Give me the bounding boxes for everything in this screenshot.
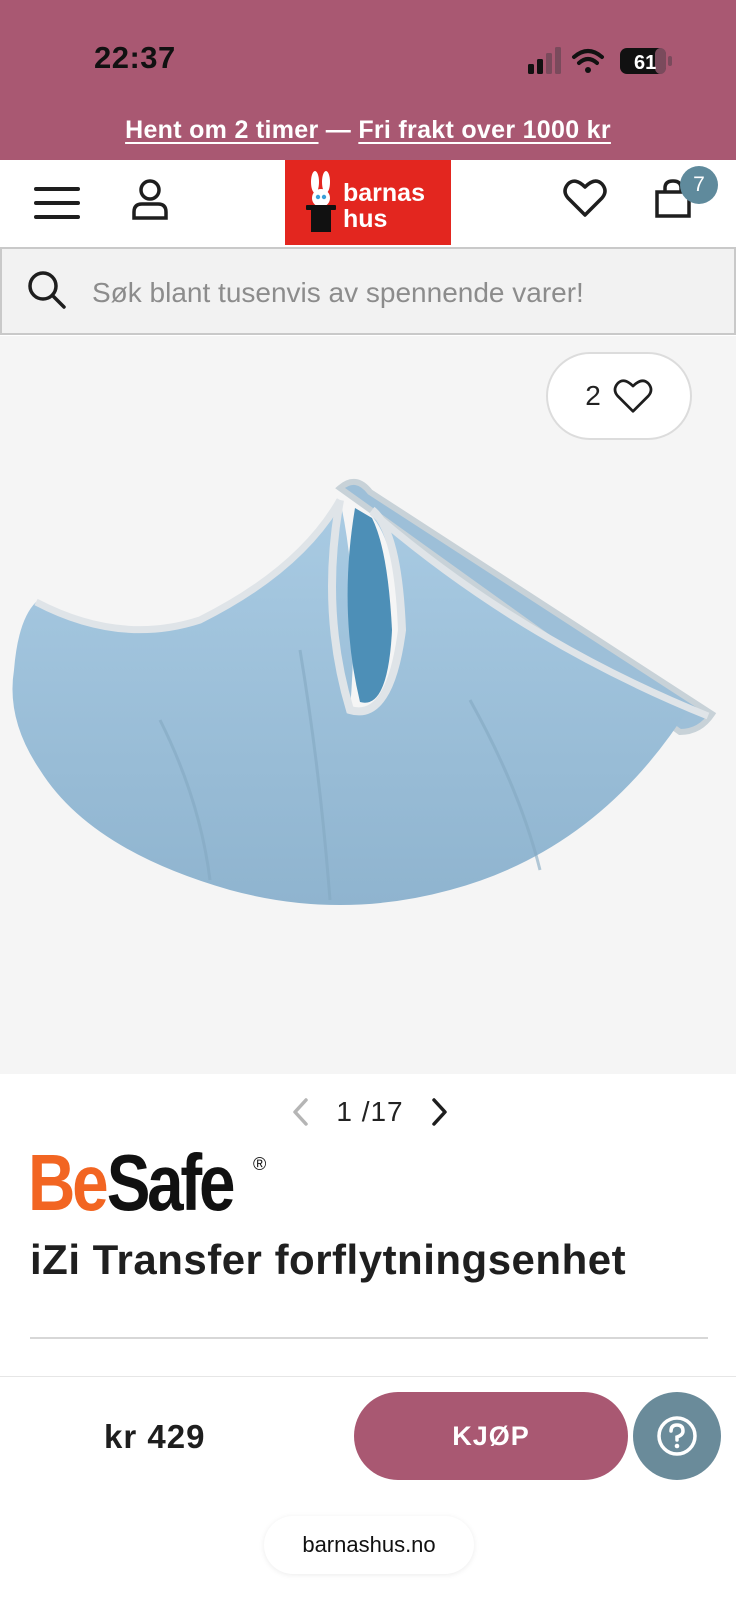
logo-line-1: barnas: [343, 179, 425, 207]
promo-banner: Hent om 2 timer — Fri frakt over 1000 kr: [0, 116, 736, 145]
buy-button[interactable]: KJØP: [354, 1392, 628, 1480]
product-price: kr 429: [104, 1418, 206, 1455]
like-button[interactable]: 2: [546, 352, 692, 440]
product-image: [12, 479, 717, 905]
help-button[interactable]: [633, 1392, 721, 1480]
status-icons: 61: [526, 44, 676, 78]
chevron-left-icon[interactable]: [290, 1097, 312, 1127]
logo-text: barnas hus: [343, 180, 425, 232]
wishlist-heart-icon[interactable]: [562, 176, 608, 220]
help-icon: [657, 1416, 697, 1456]
battery-icon: 61: [620, 48, 672, 74]
promo-pickup-link[interactable]: Hent om 2 timer: [125, 116, 318, 144]
account-icon[interactable]: [128, 176, 172, 224]
barnashus-logo[interactable]: barnas hus: [285, 160, 451, 245]
brand-safe: Safe: [107, 1140, 234, 1218]
like-count: 2: [585, 380, 601, 411]
image-pager: 1 /17: [290, 1092, 450, 1132]
divider: [30, 1337, 708, 1339]
search-icon: [26, 269, 68, 316]
pager-text: 1 /17: [336, 1096, 403, 1128]
search-input[interactable]: Søk blant tusenvis av spennende varer!: [92, 277, 584, 309]
brand-registered-mark: ®: [253, 1154, 266, 1174]
promo-shipping-link[interactable]: Fri frakt over 1000 kr: [358, 116, 611, 144]
search-bar[interactable]: Søk blant tusenvis av spennende varer!: [0, 247, 736, 335]
promo-separator: —: [318, 116, 359, 144]
pager-total: 17: [370, 1096, 404, 1127]
chevron-right-icon[interactable]: [428, 1097, 450, 1127]
rabbit-hat-logo-icon: [306, 171, 336, 232]
signal-icon: [528, 47, 561, 74]
menu-icon[interactable]: [30, 180, 84, 226]
wifi-icon: [572, 49, 604, 73]
browser-url[interactable]: barnashus.no: [264, 1516, 474, 1574]
brand-logo[interactable]: Be Safe ®: [28, 1138, 278, 1228]
svg-text:61: 61: [634, 52, 656, 74]
brand-be: Be: [28, 1140, 107, 1218]
product-title: iZi Transfer forflytningsenhet: [30, 1236, 627, 1283]
status-time: 22:37: [94, 40, 176, 75]
heart-icon: [613, 379, 653, 413]
cart-count-badge: 7: [680, 166, 718, 204]
pager-current: 1: [336, 1096, 353, 1127]
logo-line-2: hus: [343, 205, 388, 233]
